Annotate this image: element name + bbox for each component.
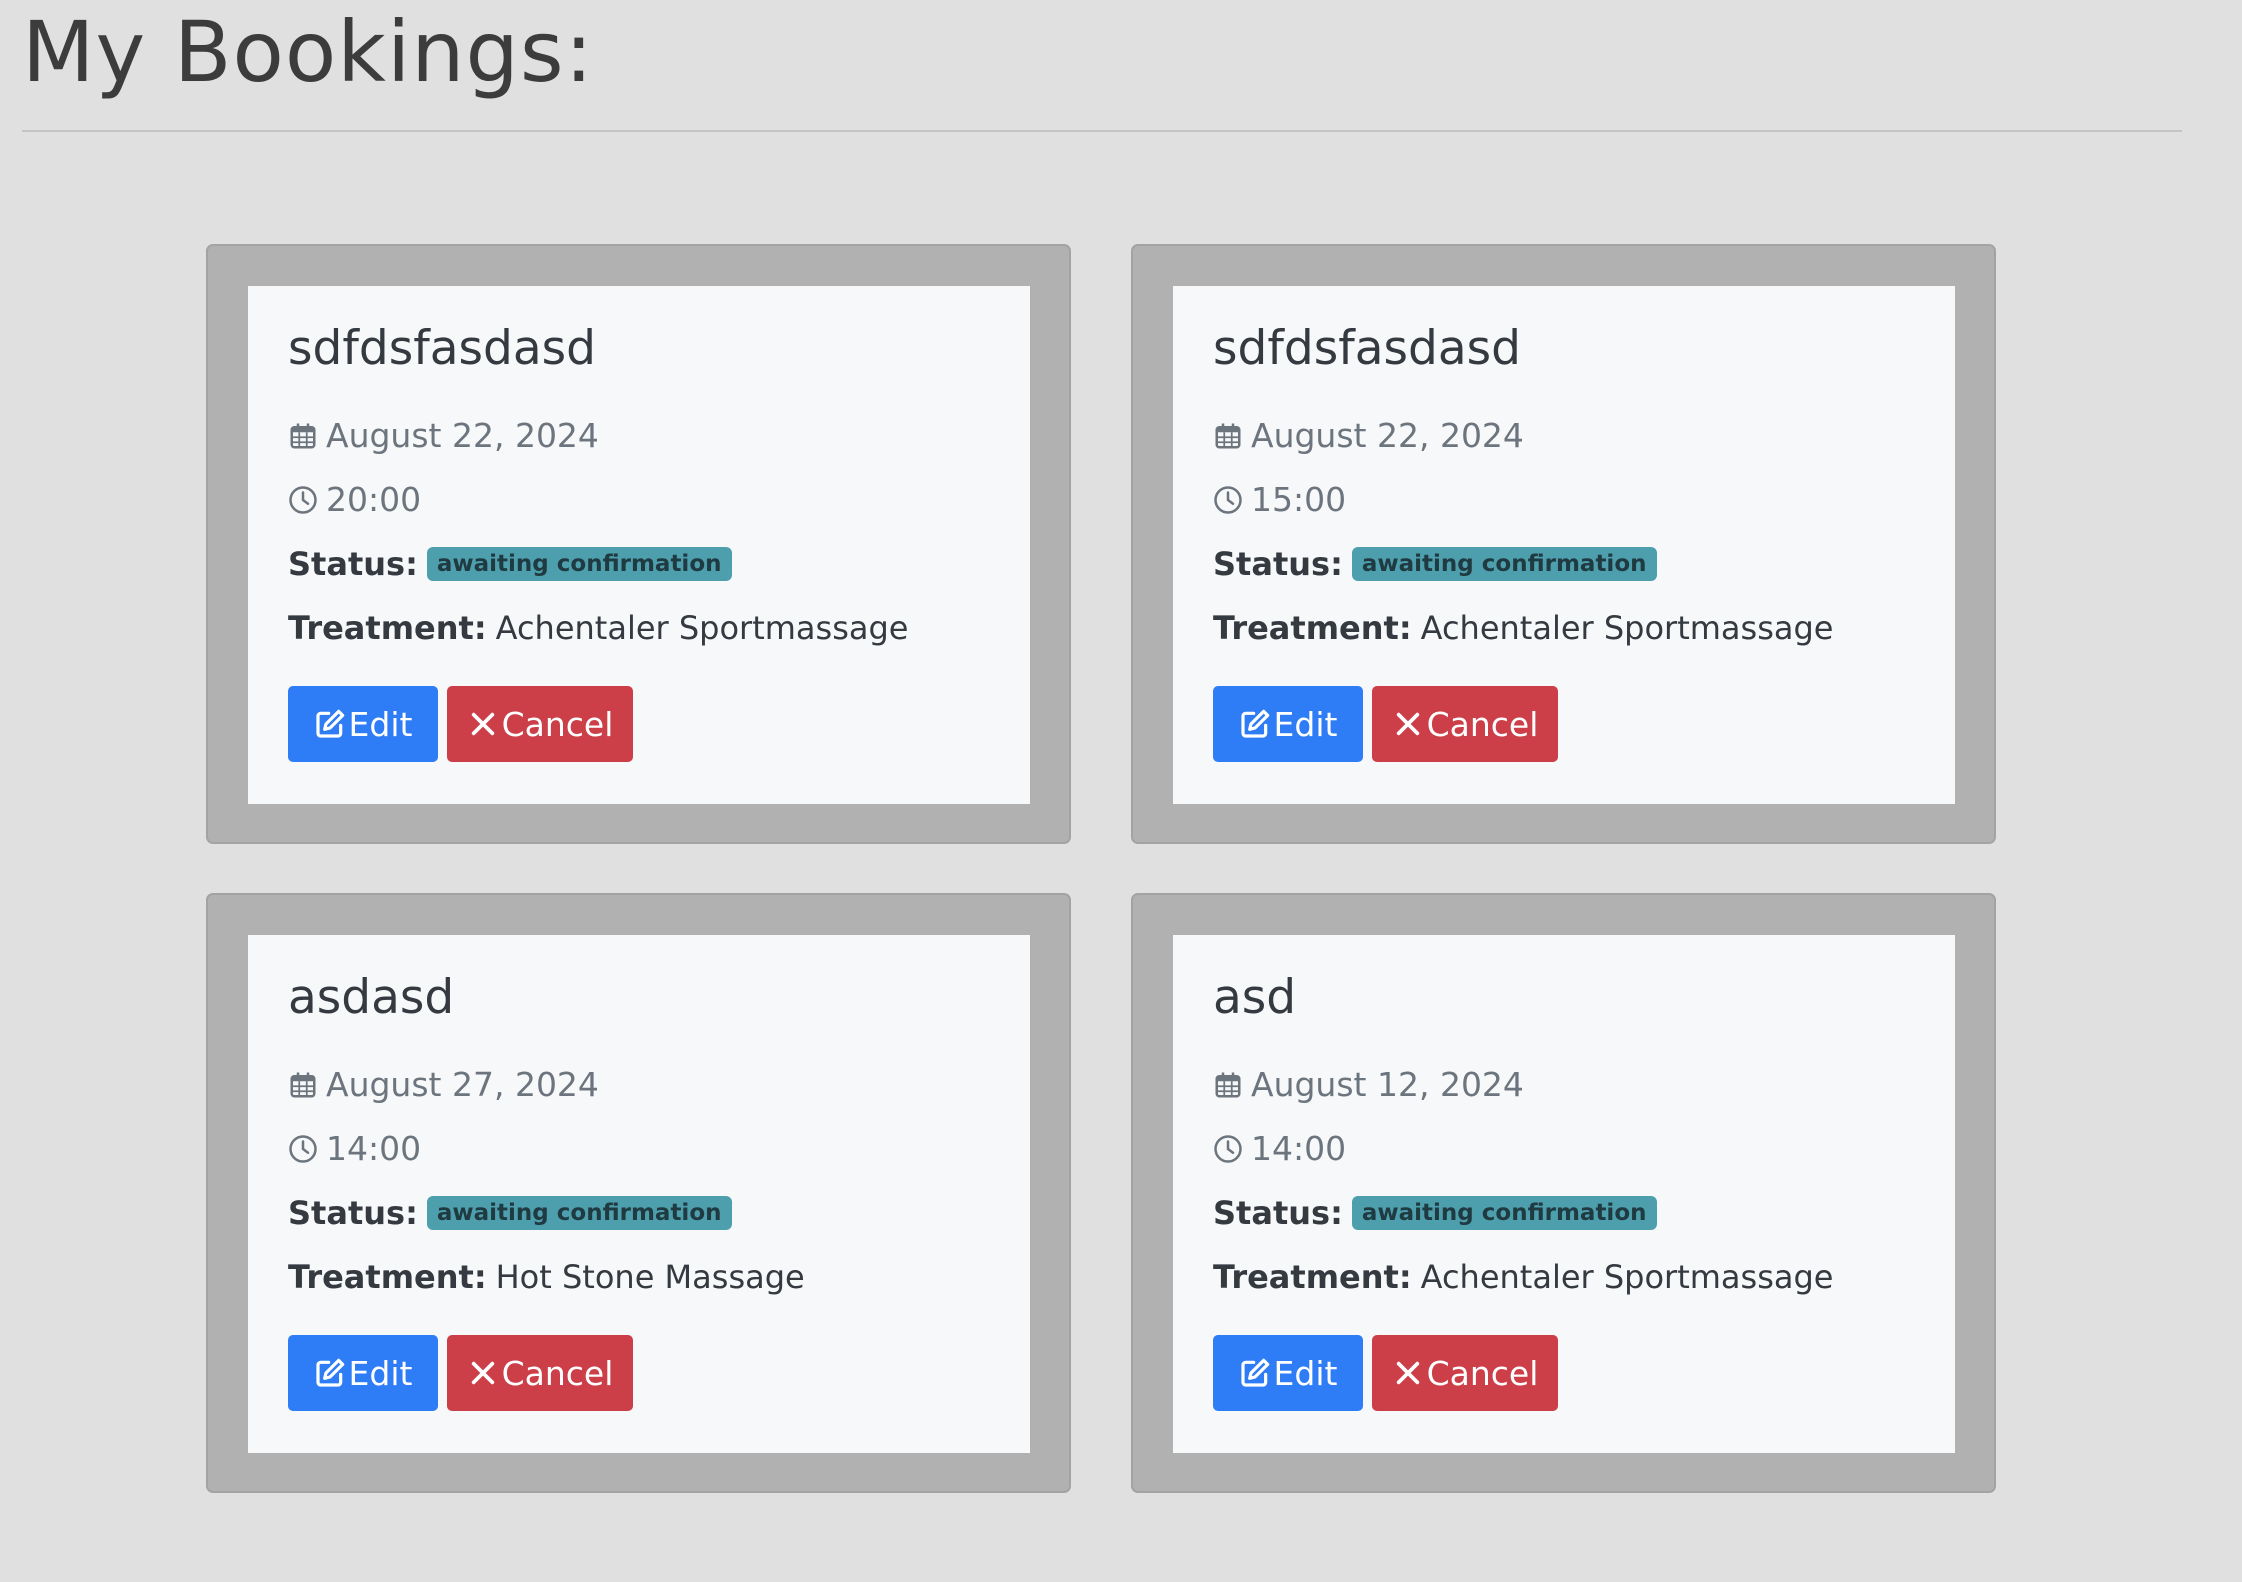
booking-time-text: 14:00: [326, 1129, 422, 1168]
status-label: Status:: [1213, 1194, 1343, 1232]
treatment-label: Treatment:: [1213, 1258, 1412, 1296]
status-badge: awaiting confirmation: [1351, 1196, 1657, 1230]
edit-button-label: Edit: [348, 704, 413, 744]
cancel-button-label: Cancel: [1426, 1353, 1539, 1393]
booking-time: 14:00: [1213, 1129, 1346, 1169]
booking-time-text: 14:00: [1251, 1129, 1347, 1168]
booking-card-body: asd August 12, 2024 14:00 Status: awaiti…: [1173, 935, 1955, 1453]
edit-button[interactable]: Edit: [288, 1335, 438, 1411]
edit-icon: [314, 1357, 346, 1389]
treatment-label: Treatment:: [288, 609, 487, 647]
close-icon: [467, 1357, 499, 1389]
edit-button-label: Edit: [1273, 704, 1338, 744]
booking-date: August 22, 2024: [1213, 416, 1524, 456]
booking-card: sdfdsfasdasd August 22, 2024 20:00 Statu…: [206, 244, 1071, 844]
clock-icon: [1213, 485, 1243, 515]
booking-date-text: August 27, 2024: [326, 1065, 599, 1104]
booking-card: sdfdsfasdasd August 22, 2024 15:00 Statu…: [1131, 244, 1996, 844]
booking-name: asd: [1213, 970, 1297, 1025]
booking-status: Status: awaiting confirmation: [1213, 544, 1657, 584]
cancel-button[interactable]: Cancel: [1372, 686, 1558, 762]
treatment-value: Achentaler Sportmassage: [1420, 1258, 1834, 1296]
booking-status: Status: awaiting confirmation: [288, 544, 732, 584]
edit-button[interactable]: Edit: [1213, 686, 1363, 762]
booking-status: Status: awaiting confirmation: [288, 1193, 732, 1233]
edit-icon: [314, 708, 346, 740]
status-badge: awaiting confirmation: [1351, 547, 1657, 581]
clock-icon: [1213, 1134, 1243, 1164]
edit-button[interactable]: Edit: [1213, 1335, 1363, 1411]
booking-date-text: August 22, 2024: [326, 416, 599, 455]
edit-button-label: Edit: [348, 1353, 413, 1393]
booking-card: asd August 12, 2024 14:00 Status: awaiti…: [1131, 893, 1996, 1493]
cancel-button-label: Cancel: [501, 704, 614, 744]
booking-time: 14:00: [288, 1129, 421, 1169]
cancel-button-label: Cancel: [501, 1353, 614, 1393]
booking-card-body: sdfdsfasdasd August 22, 2024 20:00 Statu…: [248, 286, 1030, 804]
status-label: Status:: [288, 1194, 418, 1232]
status-label: Status:: [288, 545, 418, 583]
calendar-icon: [288, 1070, 318, 1100]
booking-time: 20:00: [288, 480, 421, 520]
booking-treatment: Treatment: Achentaler Sportmassage: [1213, 1257, 1833, 1297]
booking-treatment: Treatment: Achentaler Sportmassage: [288, 608, 908, 648]
booking-name: sdfdsfasdasd: [1213, 321, 1521, 376]
clock-icon: [288, 485, 318, 515]
close-icon: [1392, 708, 1424, 740]
page-title: My Bookings:: [22, 3, 594, 101]
close-icon: [1392, 1357, 1424, 1389]
booking-card-body: sdfdsfasdasd August 22, 2024 15:00 Statu…: [1173, 286, 1955, 804]
calendar-icon: [1213, 421, 1243, 451]
clock-icon: [288, 1134, 318, 1164]
booking-time-text: 15:00: [1251, 480, 1347, 519]
edit-button[interactable]: Edit: [288, 686, 438, 762]
edit-icon: [1239, 708, 1271, 740]
cancel-button-label: Cancel: [1426, 704, 1539, 744]
cancel-button[interactable]: Cancel: [447, 1335, 633, 1411]
booking-treatment: Treatment: Hot Stone Massage: [288, 1257, 805, 1297]
cancel-button[interactable]: Cancel: [1372, 1335, 1558, 1411]
booking-date: August 27, 2024: [288, 1065, 599, 1105]
calendar-icon: [1213, 1070, 1243, 1100]
booking-time: 15:00: [1213, 480, 1346, 520]
edit-button-label: Edit: [1273, 1353, 1338, 1393]
close-icon: [467, 708, 499, 740]
booking-date-text: August 12, 2024: [1251, 1065, 1524, 1104]
booking-date-text: August 22, 2024: [1251, 416, 1524, 455]
status-badge: awaiting confirmation: [426, 547, 732, 581]
treatment-value: Hot Stone Massage: [495, 1258, 805, 1296]
booking-treatment: Treatment: Achentaler Sportmassage: [1213, 608, 1833, 648]
status-badge: awaiting confirmation: [426, 1196, 732, 1230]
status-label: Status:: [1213, 545, 1343, 583]
treatment-value: Achentaler Sportmassage: [1420, 609, 1834, 647]
treatment-value: Achentaler Sportmassage: [495, 609, 909, 647]
booking-card: asdasd August 27, 2024 14:00 Status: awa…: [206, 893, 1071, 1493]
edit-icon: [1239, 1357, 1271, 1389]
booking-date: August 22, 2024: [288, 416, 599, 456]
treatment-label: Treatment:: [1213, 609, 1412, 647]
title-divider: [22, 130, 2182, 132]
booking-name: sdfdsfasdasd: [288, 321, 596, 376]
treatment-label: Treatment:: [288, 1258, 487, 1296]
booking-card-body: asdasd August 27, 2024 14:00 Status: awa…: [248, 935, 1030, 1453]
cancel-button[interactable]: Cancel: [447, 686, 633, 762]
calendar-icon: [288, 421, 318, 451]
booking-time-text: 20:00: [326, 480, 422, 519]
booking-status: Status: awaiting confirmation: [1213, 1193, 1657, 1233]
booking-name: asdasd: [288, 970, 455, 1025]
booking-date: August 12, 2024: [1213, 1065, 1524, 1105]
